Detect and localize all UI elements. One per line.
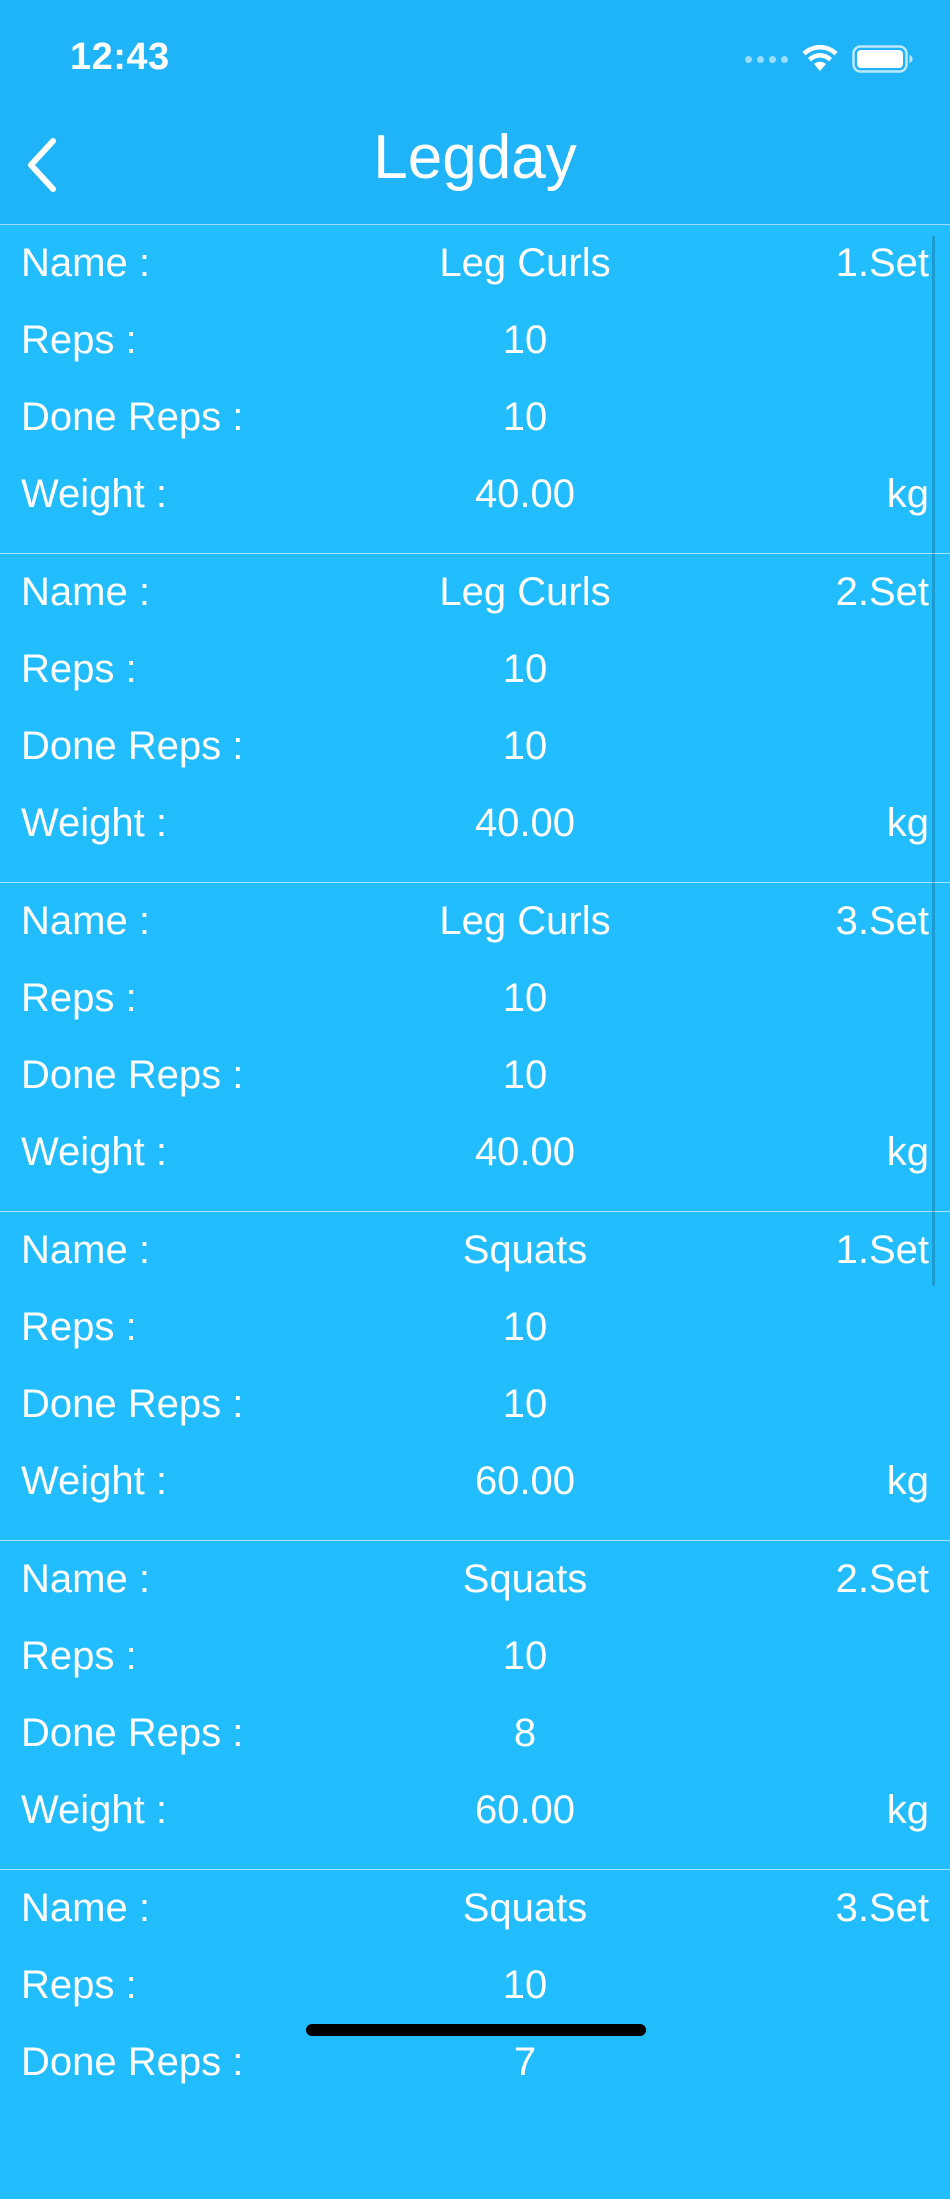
weight-row: Weight : 40.00 kg — [0, 464, 950, 524]
reps-label: Reps : — [21, 976, 137, 1020]
set-number: 3.Set — [835, 1886, 929, 1930]
done-reps-row: Done Reps : 10 — [0, 716, 950, 776]
reps-value: 10 — [502, 1963, 548, 2007]
weight-row: Weight : 40.00 kg — [0, 1122, 950, 1182]
name-label: Name : — [21, 1228, 150, 1272]
weight-label: Weight : — [21, 1130, 167, 1174]
done-reps-value: 10 — [502, 724, 548, 768]
reps-row: Reps : 10 — [0, 639, 950, 699]
reps-label: Reps : — [21, 647, 137, 691]
done-reps-row: Done Reps : 7 — [0, 2032, 950, 2092]
exercise-name: Leg Curls — [439, 899, 611, 943]
name-label: Name : — [21, 1886, 150, 1930]
weight-unit: kg — [886, 1459, 929, 1503]
reps-label: Reps : — [21, 1305, 137, 1349]
done-reps-value: 10 — [502, 395, 548, 439]
weight-unit: kg — [886, 1788, 929, 1832]
navigation-bar: 12:43 Legday — [0, 0, 950, 225]
reps-value: 10 — [502, 1305, 548, 1349]
done-reps-label: Done Reps : — [21, 2040, 244, 2084]
weight-value: 40.00 — [474, 801, 576, 845]
weight-value: 40.00 — [474, 472, 576, 516]
exercise-name: Squats — [462, 1886, 588, 1930]
name-label: Name : — [21, 1557, 150, 1601]
set-number: 2.Set — [835, 570, 929, 614]
done-reps-value: 7 — [513, 2040, 537, 2084]
done-reps-label: Done Reps : — [21, 1382, 244, 1426]
set-cell[interactable]: Name : Leg Curls 1.Set Reps : 10 Done Re… — [0, 225, 950, 554]
weight-label: Weight : — [21, 1459, 167, 1503]
done-reps-row: Done Reps : 10 — [0, 387, 950, 447]
cellular-signal-icon — [745, 55, 788, 63]
reps-label: Reps : — [21, 318, 137, 362]
reps-value: 10 — [502, 976, 548, 1020]
exercise-name: Leg Curls — [439, 570, 611, 614]
weight-label: Weight : — [21, 472, 167, 516]
done-reps-row: Done Reps : 10 — [0, 1374, 950, 1434]
reps-value: 10 — [502, 647, 548, 691]
done-reps-label: Done Reps : — [21, 1711, 244, 1755]
weight-row: Weight : 60.00 kg — [0, 1780, 950, 1840]
status-bar-icons — [745, 42, 914, 76]
set-number: 1.Set — [835, 241, 929, 285]
done-reps-row: Done Reps : 8 — [0, 1703, 950, 1763]
done-reps-value: 8 — [513, 1711, 537, 1755]
done-reps-value: 10 — [502, 1382, 548, 1426]
name-label: Name : — [21, 241, 150, 285]
name-row: Name : Leg Curls 3.Set — [0, 891, 950, 951]
wifi-icon — [802, 45, 838, 71]
reps-row: Reps : 10 — [0, 1955, 950, 2015]
name-row: Name : Squats 2.Set — [0, 1549, 950, 1609]
set-number: 2.Set — [835, 1557, 929, 1601]
name-row: Name : Squats 1.Set — [0, 1220, 950, 1280]
weight-unit: kg — [886, 1130, 929, 1174]
weight-value: 40.00 — [474, 1130, 576, 1174]
name-label: Name : — [21, 899, 150, 943]
name-label: Name : — [21, 570, 150, 614]
exercise-name: Squats — [462, 1228, 588, 1272]
done-reps-label: Done Reps : — [21, 1053, 244, 1097]
weight-row: Weight : 40.00 kg — [0, 793, 950, 853]
reps-value: 10 — [502, 318, 548, 362]
page-title: Legday — [373, 123, 577, 192]
weight-value: 60.00 — [474, 1459, 576, 1503]
set-cell[interactable]: Name : Leg Curls 3.Set Reps : 10 Done Re… — [0, 883, 950, 1212]
reps-label: Reps : — [21, 1634, 137, 1678]
battery-icon — [852, 45, 913, 73]
done-reps-row: Done Reps : 10 — [0, 1045, 950, 1105]
reps-row: Reps : 10 — [0, 1626, 950, 1686]
weight-unit: kg — [886, 801, 929, 845]
set-number: 3.Set — [835, 899, 929, 943]
exercise-name: Leg Curls — [439, 241, 611, 285]
reps-row: Reps : 10 — [0, 310, 950, 370]
set-cell[interactable]: Name : Leg Curls 2.Set Reps : 10 Done Re… — [0, 554, 950, 883]
weight-value: 60.00 — [474, 1788, 576, 1832]
set-cell[interactable]: Name : Squats 2.Set Reps : 10 Done Reps … — [0, 1541, 950, 1870]
weight-unit: kg — [886, 472, 929, 516]
done-reps-label: Done Reps : — [21, 395, 244, 439]
reps-label: Reps : — [21, 1963, 137, 2007]
weight-label: Weight : — [21, 1788, 167, 1832]
weight-row: Weight : 60.00 kg — [0, 1451, 950, 1511]
name-row: Name : Squats 3.Set — [0, 1878, 950, 1938]
reps-value: 10 — [502, 1634, 548, 1678]
exercise-name: Squats — [462, 1557, 588, 1601]
scroll-indicator[interactable] — [932, 236, 935, 1286]
done-reps-label: Done Reps : — [21, 724, 244, 768]
status-bar-time: 12:43 — [70, 36, 170, 78]
weight-label: Weight : — [21, 801, 167, 845]
set-cell[interactable]: Name : Squats 1.Set Reps : 10 Done Reps … — [0, 1212, 950, 1541]
home-indicator[interactable] — [306, 2024, 646, 2036]
name-row: Name : Leg Curls 2.Set — [0, 562, 950, 622]
name-row: Name : Leg Curls 1.Set — [0, 233, 950, 293]
reps-row: Reps : 10 — [0, 968, 950, 1028]
sets-list[interactable]: Name : Leg Curls 1.Set Reps : 10 Done Re… — [0, 225, 950, 2199]
done-reps-value: 10 — [502, 1053, 548, 1097]
set-number: 1.Set — [835, 1228, 929, 1272]
reps-row: Reps : 10 — [0, 1297, 950, 1357]
